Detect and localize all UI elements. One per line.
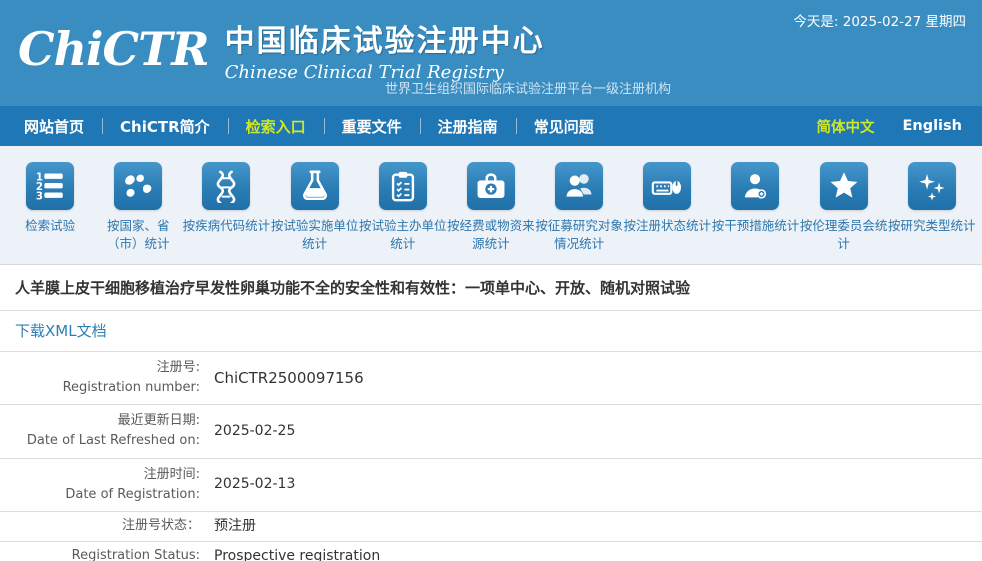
tool-stats-by-country-province[interactable]: 按国家、省（市）统计 bbox=[94, 162, 182, 264]
nav-item-search-entry[interactable]: 检索入口 bbox=[228, 106, 324, 146]
table-row-registration-date: 注册时间: Date of Registration: 2025-02-13 bbox=[0, 459, 982, 512]
tool-stats-by-ethics-committee[interactable]: 按伦理委员会统计 bbox=[800, 162, 888, 264]
numbered-list-icon: 123 bbox=[26, 162, 74, 210]
trial-detail: 人羊膜上皮干细胞移植治疗早发性卵巢功能不全的安全性和有效性：一项单中心、开放、随… bbox=[0, 265, 982, 561]
registration-date-value: 2025-02-13 bbox=[200, 474, 982, 495]
tool-stats-by-implementing-unit[interactable]: 按试验实施单位统计 bbox=[271, 162, 359, 264]
tool-stats-by-intervention[interactable]: 按干预措施统计 bbox=[711, 162, 799, 264]
who-registry-line: 世界卫生组织国际临床试验注册平台一级注册机构 bbox=[385, 78, 671, 97]
nav-item-registration-guide[interactable]: 注册指南 bbox=[420, 106, 516, 146]
tool-stats-by-registration-status[interactable]: 按注册状态统计 bbox=[623, 162, 711, 264]
dna-icon bbox=[202, 162, 250, 210]
brand: ChiCTR 中国临床试验注册中心 Chinese Clinical Trial… bbox=[18, 14, 545, 84]
tool-label: 按征募研究对象情况统计 bbox=[535, 217, 623, 253]
chictr-logo[interactable]: ChiCTR bbox=[18, 14, 209, 84]
clipboard-icon bbox=[379, 162, 427, 210]
table-row-registration-status-en: Registration Status: Prospective registr… bbox=[0, 542, 982, 561]
row-label: Registration Status: bbox=[0, 546, 200, 561]
tool-label: 按伦理委员会统计 bbox=[800, 217, 888, 253]
page: 今天是: 2025-02-27 星期四 ChiCTR 中国临床试验注册中心 Ch… bbox=[0, 0, 982, 561]
lang-english[interactable]: English bbox=[888, 118, 976, 134]
tool-label: 按国家、省（市）统计 bbox=[94, 217, 182, 253]
row-label-en: Date of Last Refreshed on: bbox=[0, 431, 200, 451]
tool-label: 按干预措施统计 bbox=[712, 217, 800, 235]
row-label: 注册时间: Date of Registration: bbox=[0, 465, 200, 505]
star-icon bbox=[820, 162, 868, 210]
today-date: 今天是: 2025-02-27 星期四 bbox=[793, 10, 966, 30]
row-label-en: Registration Status: bbox=[0, 546, 200, 561]
tool-label: 按研究类型统计 bbox=[888, 217, 976, 235]
nav-item-faq[interactable]: 常见问题 bbox=[516, 106, 612, 146]
row-label: 最近更新日期: Date of Last Refreshed on: bbox=[0, 411, 200, 451]
row-label-zh: 最近更新日期: bbox=[0, 411, 200, 431]
world-map-icon bbox=[114, 162, 162, 210]
tool-stats-by-disease-code[interactable]: 按疾病代码统计 bbox=[182, 162, 270, 264]
row-label-zh: 注册号状态： bbox=[0, 516, 200, 536]
brand-titles: 中国临床试验注册中心 Chinese Clinical Trial Regist… bbox=[225, 14, 545, 83]
registration-status-zh-value: 预注册 bbox=[200, 516, 982, 537]
tool-stats-by-recruitment-status[interactable]: 按征募研究对象情况统计 bbox=[535, 162, 623, 264]
page-title: 人羊膜上皮干细胞移植治疗早发性卵巢功能不全的安全性和有效性：一项单中心、开放、随… bbox=[0, 265, 982, 311]
tool-search-trials[interactable]: 123 检索试验 bbox=[6, 162, 94, 264]
row-label: 注册号: Registration number: bbox=[0, 358, 200, 398]
row-label-en: Registration number: bbox=[0, 378, 200, 398]
table-row-last-refreshed: 最近更新日期: Date of Last Refreshed on: 2025-… bbox=[0, 405, 982, 458]
nav-item-home[interactable]: 网站首页 bbox=[6, 106, 102, 146]
nav-item-important-documents[interactable]: 重要文件 bbox=[324, 106, 420, 146]
sparkles-icon bbox=[908, 162, 956, 210]
xml-download-row: 下载XML文档 bbox=[0, 311, 982, 352]
tool-label: 按试验实施单位统计 bbox=[271, 217, 359, 253]
tool-stats-by-sponsor-unit[interactable]: 按试验主办单位统计 bbox=[359, 162, 447, 264]
site-header: 今天是: 2025-02-27 星期四 ChiCTR 中国临床试验注册中心 Ch… bbox=[0, 0, 982, 106]
tool-label: 按经费或物资来源统计 bbox=[447, 217, 535, 253]
tool-label: 按试验主办单位统计 bbox=[359, 217, 447, 253]
medical-bag-icon bbox=[467, 162, 515, 210]
row-label-zh: 注册号: bbox=[0, 358, 200, 378]
table-row-registration-status-zh: 注册号状态： 预注册 bbox=[0, 512, 982, 542]
language-switcher: 简体中文 English bbox=[802, 106, 976, 146]
registration-number-value: ChiCTR2500097156 bbox=[200, 367, 982, 390]
tool-label: 按注册状态统计 bbox=[624, 217, 712, 235]
last-refreshed-value: 2025-02-25 bbox=[200, 421, 982, 442]
nav-item-about[interactable]: ChiCTR简介 bbox=[102, 106, 228, 146]
doctor-icon bbox=[731, 162, 779, 210]
statistics-toolbar: 123 检索试验 按国家、省（市）统计 按疾病代码统计 按试验实施单位统计 bbox=[0, 146, 982, 265]
people-icon bbox=[555, 162, 603, 210]
row-label-en: Date of Registration: bbox=[0, 485, 200, 505]
registration-status-en-value: Prospective registration bbox=[200, 546, 982, 561]
flask-icon bbox=[291, 162, 339, 210]
tool-label: 检索试验 bbox=[25, 217, 75, 235]
registration-info-table: 注册号: Registration number: ChiCTR25000971… bbox=[0, 352, 982, 561]
svg-text:3: 3 bbox=[36, 191, 43, 202]
tool-stats-by-funding-source[interactable]: 按经费或物资来源统计 bbox=[447, 162, 535, 264]
row-label-zh: 注册时间: bbox=[0, 465, 200, 485]
table-row-registration-number: 注册号: Registration number: ChiCTR25000971… bbox=[0, 352, 982, 405]
site-title-zh: 中国临床试验注册中心 bbox=[225, 16, 545, 60]
main-nav: 网站首页 ChiCTR简介 检索入口 重要文件 注册指南 常见问题 简体中文 E… bbox=[0, 106, 982, 146]
tool-label: 按疾病代码统计 bbox=[183, 217, 271, 235]
tool-stats-by-study-type[interactable]: 按研究类型统计 bbox=[888, 162, 976, 264]
keyboard-mouse-icon bbox=[643, 162, 691, 210]
download-xml-link[interactable]: 下载XML文档 bbox=[15, 322, 107, 340]
row-label: 注册号状态： bbox=[0, 516, 200, 536]
lang-simplified-chinese[interactable]: 简体中文 bbox=[802, 116, 888, 137]
